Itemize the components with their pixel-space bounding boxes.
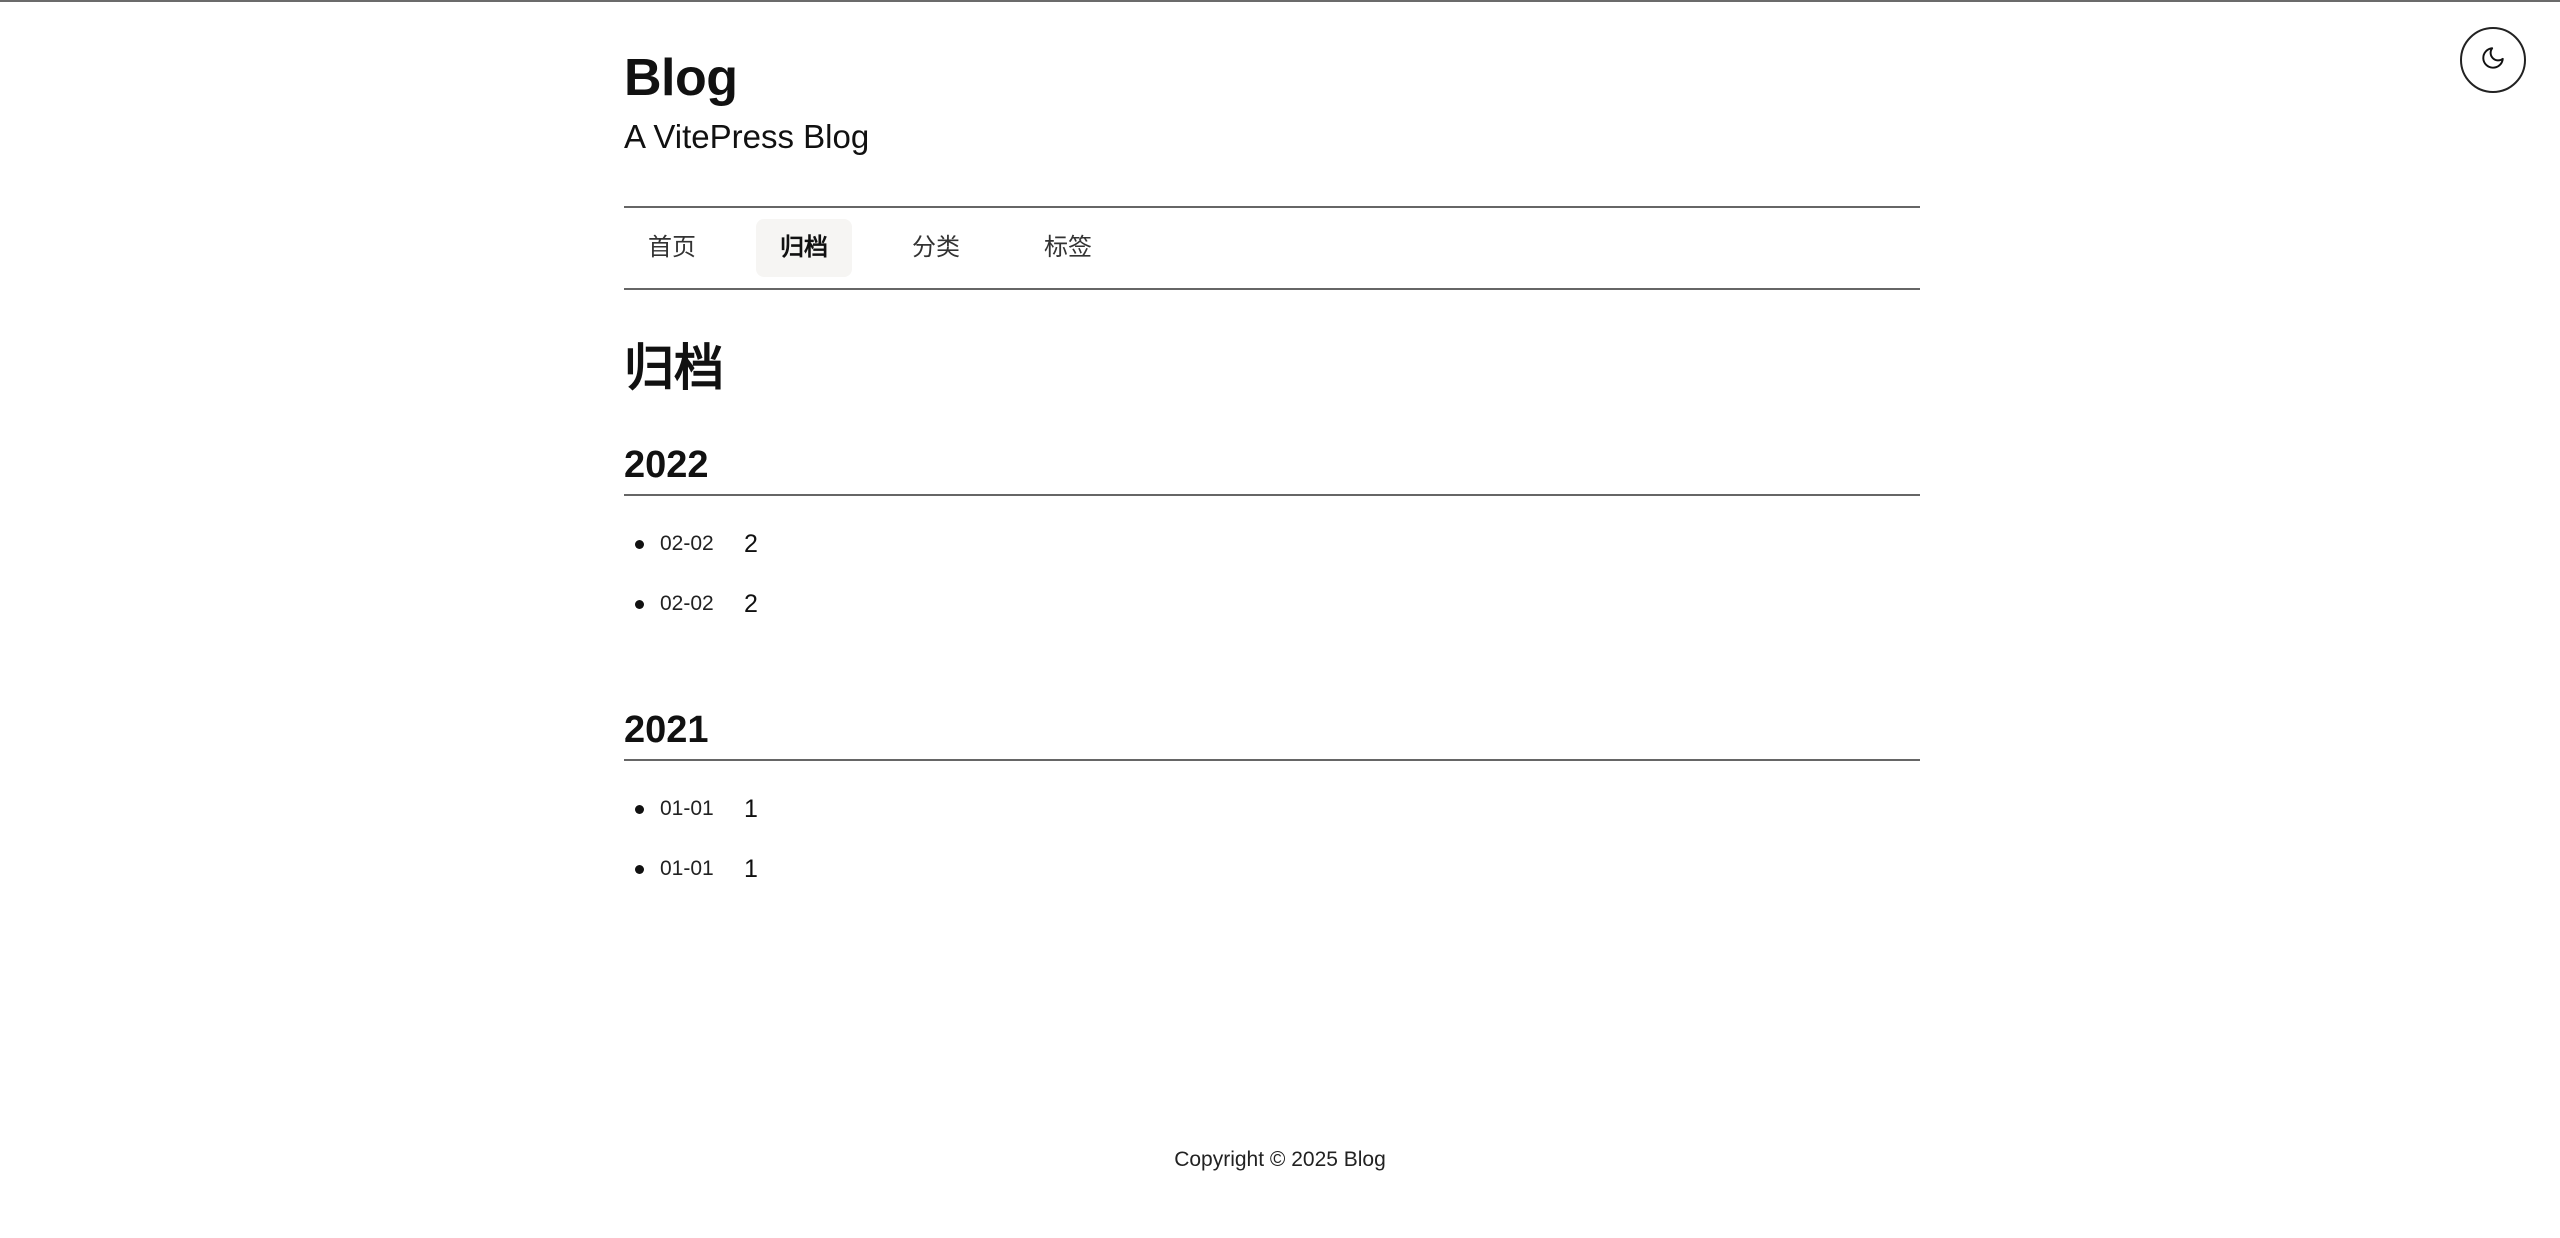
post-link[interactable]: 1: [744, 855, 758, 884]
list-item: 02-02 2: [624, 514, 1920, 574]
post-list: 02-02 2 02-02 2: [624, 514, 1920, 634]
footer: Copyright © 2025 Blog: [0, 1148, 2560, 1172]
moon-icon: [2480, 45, 2506, 76]
nav-item-categories[interactable]: 分类: [888, 219, 984, 277]
year-heading: 2021: [624, 705, 1920, 761]
nav-item-home[interactable]: 首页: [624, 219, 720, 277]
post-link[interactable]: 1: [744, 795, 758, 824]
nav-item-tags[interactable]: 标签: [1020, 219, 1116, 277]
list-item: 02-02 2: [624, 574, 1920, 634]
site-title[interactable]: Blog: [624, 46, 738, 110]
archive-year-2021: 2021 01-01 1 01-01 1: [624, 705, 1920, 899]
year-heading: 2022: [624, 440, 1920, 496]
theme-toggle-button[interactable]: [2460, 27, 2526, 93]
archive-year-2022: 2022 02-02 2 02-02 2: [624, 440, 1920, 634]
post-link[interactable]: 2: [744, 530, 758, 559]
post-link[interactable]: 2: [744, 590, 758, 619]
nav-item-archive[interactable]: 归档: [756, 219, 852, 277]
page-title: 归档: [624, 340, 724, 396]
post-date: 01-01: [660, 857, 714, 880]
post-date: 01-01: [660, 797, 714, 820]
list-item: 01-01 1: [624, 839, 1920, 899]
post-date: 02-02: [660, 592, 714, 615]
site-subtitle: A VitePress Blog: [624, 118, 870, 155]
copyright-text: Copyright © 2025 Blog: [1174, 1148, 1386, 1171]
main-nav: 首页 归档 分类 标签: [624, 206, 1920, 290]
post-list: 01-01 1 01-01 1: [624, 779, 1920, 899]
post-date: 02-02: [660, 532, 714, 555]
list-item: 01-01 1: [624, 779, 1920, 839]
